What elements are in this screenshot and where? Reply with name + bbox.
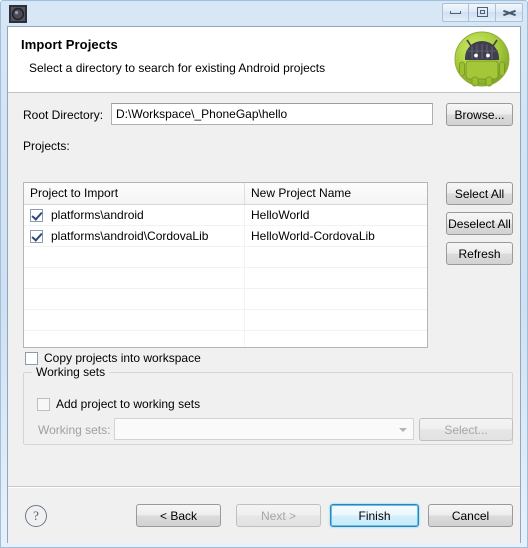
working-sets-combo-label: Working sets: [38, 423, 111, 437]
add-project-checkbox-box[interactable] [37, 397, 50, 411]
title-bar[interactable] [1, 1, 527, 27]
minimize-icon [450, 10, 461, 14]
table-row[interactable] [24, 310, 427, 331]
cell-new-name: HelloWorld-CordovaLib [251, 229, 375, 243]
table-row[interactable] [24, 289, 427, 310]
root-directory-label: Root Directory: [23, 108, 104, 122]
column-header-new-name[interactable]: New Project Name [245, 183, 427, 204]
dialog-window: Import Projects Select a directory to se… [0, 0, 528, 548]
row-checkbox[interactable] [30, 229, 43, 243]
row-checkbox[interactable] [30, 208, 43, 222]
cell-new-name [245, 310, 427, 330]
cell-new-name [245, 289, 427, 309]
cell-project [24, 310, 245, 330]
cell-project: platforms\android\CordovaLib [24, 226, 245, 246]
projects-table[interactable]: Project to Import New Project Name platf… [23, 182, 428, 348]
table-row[interactable] [24, 331, 427, 347]
deselect-all-button[interactable]: Deselect All [446, 212, 513, 235]
cell-project [24, 268, 245, 288]
cell-project [24, 289, 245, 309]
root-directory-input[interactable] [111, 103, 433, 125]
page-description: Select a directory to search for existin… [29, 61, 326, 75]
cell-new-name: HelloWorld [251, 208, 310, 222]
cell-project-label: platforms\android [51, 208, 144, 222]
help-icon[interactable]: ? [25, 505, 47, 527]
next-button[interactable]: Next > [236, 504, 321, 527]
cell-new-name [245, 268, 427, 288]
projects-label: Projects: [23, 139, 70, 153]
add-project-label: Add project to working sets [56, 397, 201, 411]
chevron-down-icon [399, 428, 407, 432]
eclipse-wizard-icon [9, 5, 27, 23]
minimize-button[interactable] [442, 2, 469, 22]
table-row[interactable] [24, 247, 427, 268]
table-row[interactable]: platforms\android\CordovaLib HelloWorld-C… [24, 226, 427, 247]
cell-new-name [245, 247, 427, 267]
finish-button[interactable]: Finish [330, 504, 419, 527]
window-controls [442, 2, 523, 22]
cell-project-label: platforms\android\CordovaLib [51, 229, 209, 243]
copy-projects-checkbox-box[interactable] [25, 351, 38, 365]
back-button[interactable]: < Back [136, 504, 221, 527]
cell-project: platforms\android [24, 205, 245, 225]
add-project-checkbox[interactable]: Add project to working sets [37, 397, 200, 411]
table-body: platforms\android HelloWorld platforms\and… [24, 205, 427, 347]
page-title: Import Projects [21, 37, 118, 52]
restore-icon [476, 7, 488, 17]
table-row[interactable] [24, 268, 427, 289]
dialog-client: Import Projects Select a directory to se… [7, 26, 521, 543]
copy-projects-checkbox[interactable]: Copy projects into workspace [25, 351, 201, 365]
android-robot-icon [454, 31, 510, 87]
wizard-header: Import Projects Select a directory to se… [8, 27, 520, 93]
table-header-row: Project to Import New Project Name [24, 183, 427, 205]
wizard-footer: ? < Back Next > Finish Cancel [8, 488, 520, 543]
restore-button[interactable] [469, 2, 496, 22]
working-sets-select-button[interactable]: Select... [419, 418, 513, 441]
select-all-button[interactable]: Select All [446, 182, 513, 205]
cell-new-name [245, 331, 427, 347]
working-sets-group-title: Working sets [32, 365, 110, 379]
working-sets-combo[interactable] [114, 418, 414, 440]
wizard-body: Root Directory: Browse... Projects: Proj… [8, 93, 520, 486]
cancel-button[interactable]: Cancel [428, 504, 513, 527]
browse-button[interactable]: Browse... [446, 103, 513, 126]
cell-project [24, 331, 245, 347]
close-button[interactable] [496, 2, 523, 22]
table-row[interactable]: platforms\android HelloWorld [24, 205, 427, 226]
close-icon [503, 7, 516, 18]
cell-project [24, 247, 245, 267]
refresh-button[interactable]: Refresh [446, 242, 513, 265]
copy-projects-label: Copy projects into workspace [44, 351, 201, 365]
column-header-project[interactable]: Project to Import [24, 183, 245, 204]
